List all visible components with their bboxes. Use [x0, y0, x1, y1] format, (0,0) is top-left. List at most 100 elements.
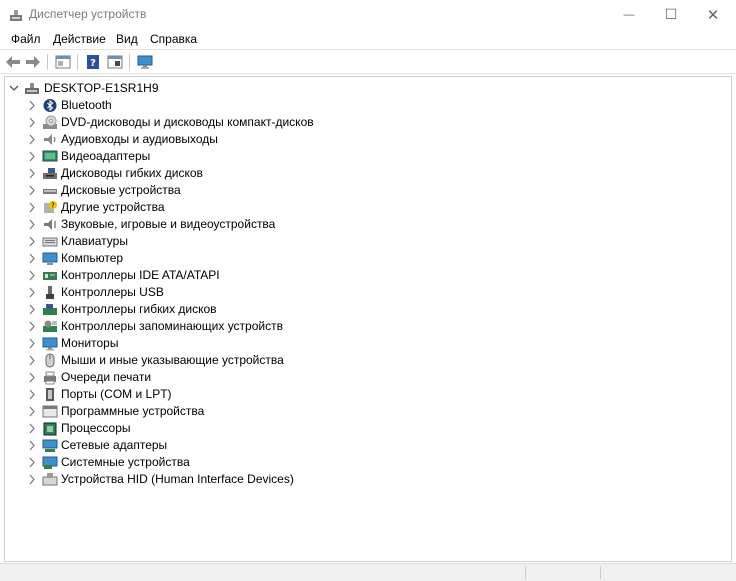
tree-item[interactable]: Очереди печати	[5, 369, 605, 386]
chevron-right-icon[interactable]	[27, 201, 37, 214]
tree-item-label: Дисководы гибких дисков	[61, 166, 203, 180]
tree-root[interactable]: DESKTOP-E1SR1H9	[5, 80, 605, 97]
tree-item[interactable]: Порты (COM и LPT)	[5, 386, 605, 403]
tree-item[interactable]: Звуковые, игровые и видеоустройства	[5, 216, 605, 233]
chevron-right-icon[interactable]	[27, 116, 37, 129]
chevron-right-icon[interactable]	[27, 405, 37, 418]
tree-item[interactable]: Сетевые адаптеры	[5, 437, 605, 454]
chevron-right-icon[interactable]	[27, 473, 37, 486]
window-title: Диспетчер устройств	[29, 7, 147, 21]
network-adapter-icon	[42, 439, 58, 452]
tree-item[interactable]: Аудиовходы и аудиовыходы	[5, 131, 605, 148]
tree-item[interactable]: Видеоадаптеры	[5, 148, 605, 165]
update-view-button[interactable]	[106, 53, 124, 71]
chevron-right-icon[interactable]	[27, 167, 37, 180]
maximize-button[interactable]: ☐	[648, 0, 694, 29]
floppy-controller-icon	[43, 304, 57, 315]
disk-drive-icon	[43, 189, 57, 194]
chevron-down-icon[interactable]	[9, 82, 19, 95]
device-tree[interactable]: DESKTOP-E1SR1H9 Bluetooth DVD-дисководы и…	[4, 76, 732, 562]
dvd-drive-icon	[43, 115, 57, 129]
properties-button[interactable]	[54, 53, 72, 71]
chevron-right-icon[interactable]	[27, 388, 37, 401]
print-queue-icon	[44, 371, 56, 385]
back-arrow-icon	[6, 56, 20, 68]
chevron-right-icon[interactable]	[27, 354, 37, 367]
tree-item[interactable]: Контроллеры гибких дисков	[5, 301, 605, 318]
port-icon	[46, 388, 54, 401]
chevron-right-icon[interactable]	[27, 269, 37, 282]
tree-item[interactable]: Контроллеры IDE ATA/ATAPI	[5, 267, 605, 284]
chevron-right-icon[interactable]	[27, 286, 37, 299]
tree-item[interactable]: Дисководы гибких дисков	[5, 165, 605, 182]
device-manager-app-icon	[9, 8, 23, 22]
maximize-icon: ☐	[664, 6, 678, 22]
tree-item[interactable]: Мониторы	[5, 335, 605, 352]
tree-item[interactable]: Системные устройства	[5, 454, 605, 471]
monitor-scan-icon	[137, 55, 153, 69]
tree-item[interactable]: Программные устройства	[5, 403, 605, 420]
tree-item[interactable]: Контроллеры USB	[5, 284, 605, 301]
chevron-right-icon[interactable]	[27, 218, 37, 231]
tree-item-label: Устройства HID (Human Interface Devices)	[61, 472, 294, 486]
tree-item[interactable]: Контроллеры запоминающих устройств	[5, 318, 605, 335]
menu-action[interactable]: Действие	[53, 32, 106, 46]
system-device-icon	[42, 456, 58, 469]
help-button[interactable]: ?	[84, 53, 102, 71]
tree-item[interactable]: DVD-дисководы и дисководы компакт-дисков	[5, 114, 605, 131]
tree-item-label: Видеоадаптеры	[61, 149, 151, 163]
menu-file[interactable]: Файл	[11, 32, 41, 46]
help-icon: ?	[87, 55, 99, 69]
chevron-right-icon[interactable]	[27, 320, 37, 333]
tree-item-label: Дисковые устройства	[61, 183, 181, 197]
tree-item[interactable]: Дисковые устройства	[5, 182, 605, 199]
chevron-right-icon[interactable]	[27, 235, 37, 248]
tree-item[interactable]: Клавиатуры	[5, 233, 605, 250]
tree-root-label: DESKTOP-E1SR1H9	[44, 81, 159, 95]
monitor-icon	[42, 337, 58, 351]
tree-item-label: Аудиовходы и аудиовыходы	[61, 132, 218, 146]
update-view-icon	[107, 55, 123, 69]
processor-icon	[43, 422, 57, 436]
tree-item-label: Контроллеры USB	[61, 285, 164, 299]
minimize-button[interactable]: —	[606, 0, 652, 29]
chevron-right-icon[interactable]	[27, 252, 37, 265]
toolbar-separator-line	[0, 73, 736, 74]
audio-io-icon	[44, 134, 56, 145]
storage-controller-icon	[43, 320, 57, 332]
status-bar	[0, 563, 736, 581]
tree-item-label: Порты (COM и LPT)	[61, 387, 172, 401]
chevron-right-icon[interactable]	[27, 337, 37, 350]
tree-item[interactable]: Мыши и иные указывающие устройства	[5, 352, 605, 369]
chevron-right-icon[interactable]	[27, 303, 37, 316]
close-button[interactable]: ✕	[690, 0, 736, 29]
chevron-right-icon[interactable]	[27, 99, 37, 112]
chevron-right-icon[interactable]	[27, 456, 37, 469]
menu-view[interactable]: Вид	[116, 32, 138, 46]
chevron-right-icon[interactable]	[27, 150, 37, 163]
chevron-right-icon[interactable]	[27, 439, 37, 452]
scan-hardware-button[interactable]	[136, 53, 154, 71]
tree-item[interactable]: Компьютер	[5, 250, 605, 267]
tree-item[interactable]: ? Другие устройства	[5, 199, 605, 216]
tree-item[interactable]: Процессоры	[5, 420, 605, 437]
display-adapter-icon	[42, 150, 58, 162]
tree-item-label: Другие устройства	[61, 200, 165, 214]
tree-item[interactable]: Bluetooth	[5, 97, 605, 114]
menu-separator	[0, 49, 736, 50]
close-icon: ✕	[706, 6, 720, 24]
toolbar: ?	[0, 51, 736, 73]
back-button[interactable]	[4, 53, 22, 71]
menu-bar: Файл Действие Вид Справка	[0, 29, 736, 49]
tree-item-label: Клавиатуры	[61, 234, 128, 248]
chevron-right-icon[interactable]	[27, 422, 37, 435]
menu-help[interactable]: Справка	[150, 32, 197, 46]
forward-button[interactable]	[24, 53, 42, 71]
tree-item[interactable]: Устройства HID (Human Interface Devices)	[5, 471, 605, 488]
chevron-right-icon[interactable]	[27, 184, 37, 197]
tree-item-label: Звуковые, игровые и видеоустройства	[61, 217, 276, 231]
chevron-right-icon[interactable]	[27, 133, 37, 146]
chevron-right-icon[interactable]	[27, 371, 37, 384]
tree-item-label: Мониторы	[61, 336, 119, 350]
toolbar-separator	[77, 54, 78, 70]
